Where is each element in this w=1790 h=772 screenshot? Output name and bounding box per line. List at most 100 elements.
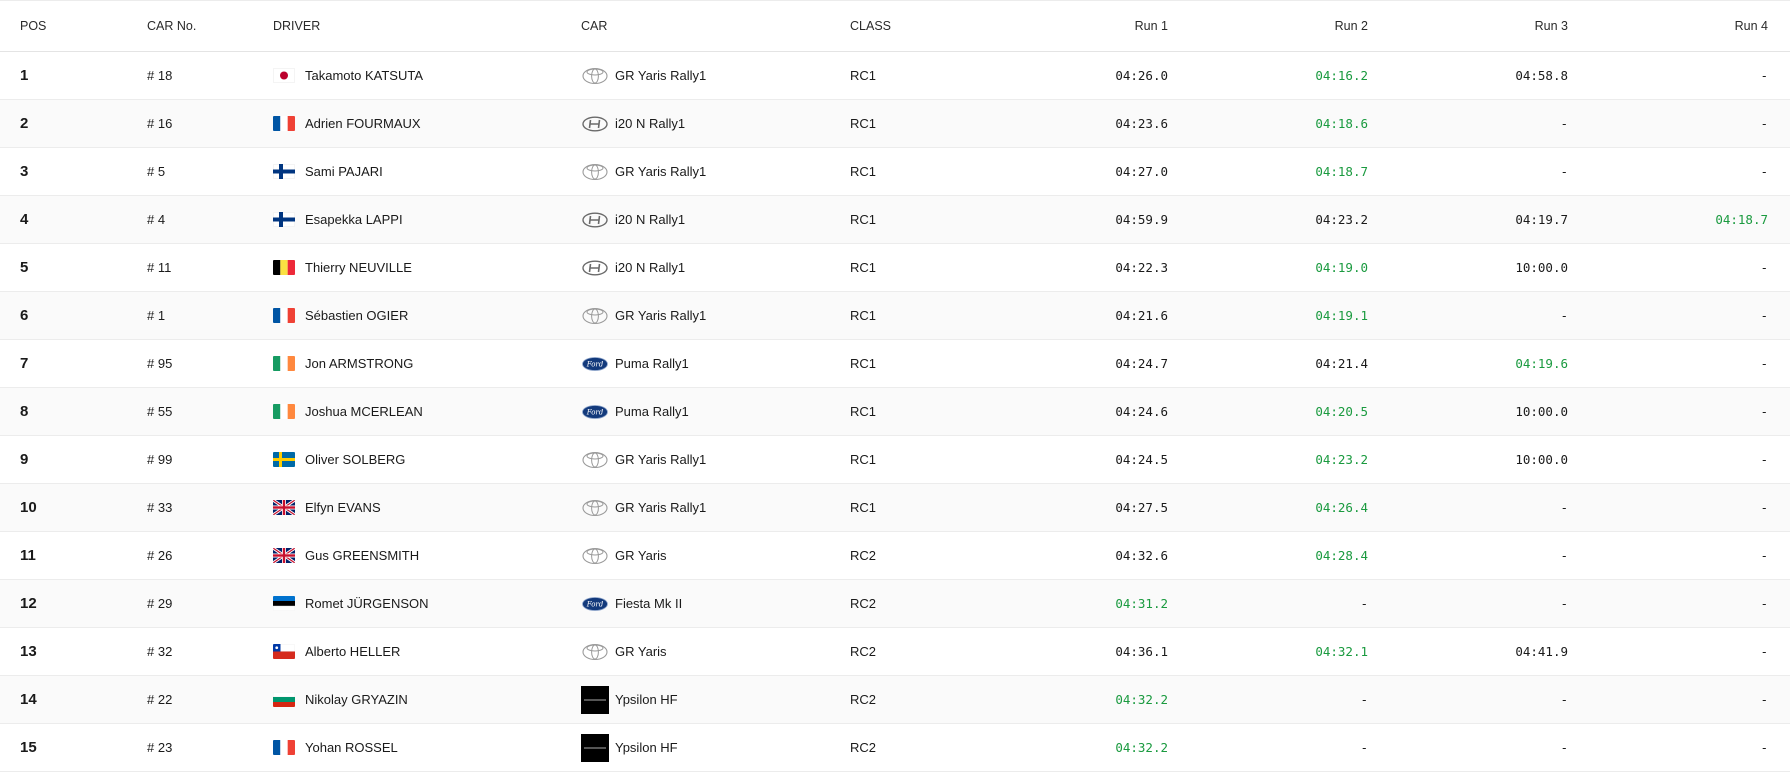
run-3-time: - <box>1560 164 1568 179</box>
header-run-1[interactable]: Run 1 <box>1135 1 1168 51</box>
position: 9 <box>20 451 29 468</box>
car-cell: i20 N Rally1 <box>581 244 685 291</box>
run-4-time: - <box>1760 740 1768 755</box>
driver-name[interactable]: Romet JÜRGENSON <box>305 596 429 611</box>
driver-name[interactable]: Gus GREENSMITH <box>305 548 419 563</box>
car-model: GR Yaris <box>615 644 667 659</box>
driver-name[interactable]: Thierry NEUVILLE <box>305 260 412 275</box>
driver-name[interactable]: Esapekka LAPPI <box>305 212 403 227</box>
driver-cell[interactable]: Adrien FOURMAUX <box>273 100 421 147</box>
driver-name[interactable]: Adrien FOURMAUX <box>305 116 421 131</box>
run-4-time: - <box>1760 164 1768 179</box>
run-1-time: 04:32.2 <box>1115 692 1168 707</box>
driver-cell[interactable]: Alberto HELLER <box>273 628 400 675</box>
driver-name[interactable]: Elfyn EVANS <box>305 500 381 515</box>
car-number: # 55 <box>147 404 173 419</box>
run-4-time: - <box>1760 692 1768 707</box>
run-3-time: - <box>1560 596 1568 611</box>
run-4-time: - <box>1760 404 1768 419</box>
run-3-time: 10:00.0 <box>1515 260 1568 275</box>
table-row[interactable]: 15 # 23 Yohan ROSSEL Ypsilon HF RC2 04:32.2 - -… <box>0 724 1790 772</box>
class: RC1 <box>850 164 877 179</box>
driver-cell[interactable]: Thierry NEUVILLE <box>273 244 412 291</box>
car-model: Fiesta Mk II <box>615 596 683 611</box>
table-row[interactable]: 4 # 4 Esapekka LAPPI i20 N Rally1 RC1 04:59.9… <box>0 196 1790 244</box>
run-1-time: 04:27.5 <box>1115 500 1168 515</box>
table-row[interactable]: 13 # 32 Alberto HELLER GR Yaris RC2 04:36.1 04… <box>0 628 1790 676</box>
driver-name[interactable]: Alberto HELLER <box>305 644 400 659</box>
class: RC1 <box>850 212 877 227</box>
header-run-2[interactable]: Run 2 <box>1335 1 1368 51</box>
driver-cell[interactable]: Sébastien OGIER <box>273 292 408 339</box>
position: 3 <box>20 163 29 180</box>
run-3-time: 10:00.0 <box>1515 404 1568 419</box>
table-row[interactable]: 7 # 95 Jon ARMSTRONG Ford Puma Rally1 RC1 04:2… <box>0 340 1790 388</box>
driver-cell[interactable]: Sami PAJARI <box>273 148 383 195</box>
run-2-time: 04:28.4 <box>1315 548 1368 563</box>
car-cell: GR Yaris <box>581 628 667 675</box>
run-2-time: 04:23.2 <box>1315 212 1368 227</box>
run-4-time: - <box>1760 500 1768 515</box>
table-row[interactable]: 8 # 55 Joshua MCERLEAN Ford Puma Rally1 RC1 04… <box>0 388 1790 436</box>
table-row[interactable]: 6 # 1 Sébastien OGIER GR Yaris Rally1 RC1 04:… <box>0 292 1790 340</box>
table-row[interactable]: 12 # 29 Romet JÜRGENSON Ford Fiesta Mk II RC2… <box>0 580 1790 628</box>
driver-cell[interactable]: Romet JÜRGENSON <box>273 580 429 627</box>
table-row[interactable]: 3 # 5 Sami PAJARI GR Yaris Rally1 RC1 04:27.0… <box>0 148 1790 196</box>
driver-name[interactable]: Oliver SOLBERG <box>305 452 405 467</box>
car-number: # 95 <box>147 356 173 371</box>
car-number: # 18 <box>147 68 173 83</box>
driver-name[interactable]: Yohan ROSSEL <box>305 740 398 755</box>
table-row[interactable]: 9 # 99 Oliver SOLBERG GR Yaris Rally1 RC1 04:… <box>0 436 1790 484</box>
header-car[interactable]: CAR <box>581 1 607 51</box>
header-run-3[interactable]: Run 3 <box>1535 1 1568 51</box>
header-class[interactable]: CLASS <box>850 1 891 51</box>
car-cell: GR Yaris <box>581 532 667 579</box>
class: RC1 <box>850 308 877 323</box>
driver-name[interactable]: Nikolay GRYAZIN <box>305 692 408 707</box>
header-run-4[interactable]: Run 4 <box>1735 1 1768 51</box>
class: RC1 <box>850 260 877 275</box>
header-pos[interactable]: POS <box>20 1 46 51</box>
table-row[interactable]: 1 # 18 Takamoto KATSUTA GR Yaris Rally1 RC1 0… <box>0 52 1790 100</box>
driver-cell[interactable]: Gus GREENSMITH <box>273 532 419 579</box>
header-car-no[interactable]: CAR No. <box>147 1 196 51</box>
car-cell: Ypsilon HF <box>581 676 678 723</box>
class: RC1 <box>850 500 877 515</box>
toyota-logo-icon <box>581 643 609 661</box>
car-number: # 33 <box>147 500 173 515</box>
driver-cell[interactable]: Joshua MCERLEAN <box>273 388 423 435</box>
table-row[interactable]: 2 # 16 Adrien FOURMAUX i20 N Rally1 RC1 04:23… <box>0 100 1790 148</box>
run-2-time: 04:20.5 <box>1315 404 1368 419</box>
driver-cell[interactable]: Esapekka LAPPI <box>273 196 403 243</box>
toyota-logo-icon <box>581 67 609 85</box>
table-row[interactable]: 5 # 11 Thierry NEUVILLE i20 N Rally1 RC1 04:2… <box>0 244 1790 292</box>
driver-name[interactable]: Takamoto KATSUTA <box>305 68 423 83</box>
run-1-time: 04:31.2 <box>1115 596 1168 611</box>
run-4-time: - <box>1760 596 1768 611</box>
driver-cell[interactable]: Nikolay GRYAZIN <box>273 676 408 723</box>
driver-name[interactable]: Sami PAJARI <box>305 164 383 179</box>
run-2-time: 04:18.6 <box>1315 116 1368 131</box>
driver-cell[interactable]: Takamoto KATSUTA <box>273 52 423 99</box>
driver-name[interactable]: Jon ARMSTRONG <box>305 356 413 371</box>
lancia-logo-icon <box>581 733 609 762</box>
table-row[interactable]: 10 # 33 Elfyn EVANS GR Yaris Rally1 RC1 04:27… <box>0 484 1790 532</box>
car-model: GR Yaris Rally1 <box>615 500 707 515</box>
header-driver[interactable]: DRIVER <box>273 1 320 51</box>
run-3-time: - <box>1560 116 1568 131</box>
run-1-time: 04:32.2 <box>1115 740 1168 755</box>
driver-name[interactable]: Joshua MCERLEAN <box>305 404 423 419</box>
driver-name[interactable]: Sébastien OGIER <box>305 308 408 323</box>
table-row[interactable]: 14 # 22 Nikolay GRYAZIN Ypsilon HF RC2 04:32.… <box>0 676 1790 724</box>
car-model: Ypsilon HF <box>615 740 678 755</box>
driver-cell[interactable]: Elfyn EVANS <box>273 484 381 531</box>
ford-logo-icon: Ford <box>581 403 609 421</box>
table-row[interactable]: 11 # 26 Gus GREENSMITH GR Yaris RC2 04:32.6 04… <box>0 532 1790 580</box>
driver-cell[interactable]: Oliver SOLBERG <box>273 436 405 483</box>
car-cell: GR Yaris Rally1 <box>581 148 706 195</box>
run-2-time: 04:32.1 <box>1315 644 1368 659</box>
run-3-time: 10:00.0 <box>1515 452 1568 467</box>
driver-cell[interactable]: Yohan ROSSEL <box>273 724 398 771</box>
driver-cell[interactable]: Jon ARMSTRONG <box>273 340 413 387</box>
hyundai-logo-icon <box>581 211 609 229</box>
